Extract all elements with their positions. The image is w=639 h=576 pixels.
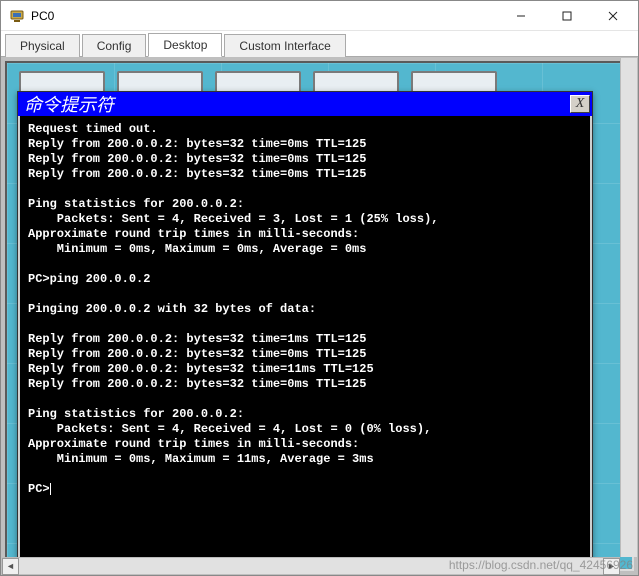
command-prompt-titlebar[interactable]: 命令提示符 X (18, 92, 592, 116)
terminal-prompt: PC> (28, 482, 50, 496)
scroll-right-button[interactable]: ► (603, 558, 620, 575)
tab-custom-interface[interactable]: Custom Interface (224, 34, 345, 57)
window-title: PC0 (31, 9, 54, 23)
close-button[interactable] (590, 1, 636, 30)
command-prompt-window: 命令提示符 X Request timed out. Reply from 20… (17, 91, 593, 561)
minimize-button[interactable] (498, 1, 544, 30)
command-prompt-output[interactable]: Request timed out. Reply from 200.0.0.2:… (18, 116, 592, 560)
tab-desktop[interactable]: Desktop (148, 33, 222, 57)
desktop-panel: 命令提示符 X Request timed out. Reply from 20… (1, 57, 638, 575)
tab-config[interactable]: Config (82, 34, 147, 57)
terminal-text: Request timed out. Reply from 200.0.0.2:… (28, 122, 438, 466)
desktop-background: 命令提示符 X Request timed out. Reply from 20… (5, 61, 634, 571)
tab-physical[interactable]: Physical (5, 34, 80, 57)
command-prompt-close-button[interactable]: X (570, 95, 590, 113)
terminal-cursor (50, 483, 51, 495)
vertical-scrollbar[interactable] (620, 58, 637, 557)
pc-icon (9, 8, 25, 24)
tab-bar: Physical Config Desktop Custom Interface (1, 31, 638, 57)
horizontal-scrollbar[interactable]: ◄ ► (2, 557, 620, 574)
app-window: PC0 Physical Config Desktop Custom Inter… (0, 0, 639, 576)
scroll-left-button[interactable]: ◄ (2, 558, 19, 575)
command-prompt-title: 命令提示符 (24, 91, 570, 117)
titlebar: PC0 (1, 1, 638, 31)
maximize-button[interactable] (544, 1, 590, 30)
